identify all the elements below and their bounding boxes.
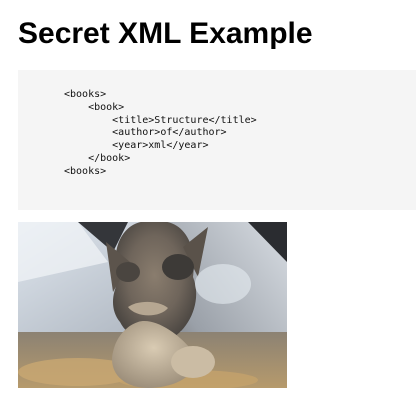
- xml-code-block: <books> <book> <title>Structure</title> …: [18, 70, 416, 210]
- code-line: </book>: [64, 152, 131, 164]
- code-line: <books>: [64, 165, 107, 177]
- kitten-image: [18, 222, 287, 388]
- code-line: <books>: [64, 89, 107, 100]
- code-line: <year>xml</year>: [64, 140, 209, 152]
- code-line: <author>of</author>: [64, 127, 227, 139]
- page-title: Secret XML Example: [18, 17, 313, 50]
- code-line: <book>: [64, 101, 125, 113]
- code-line: <title>Structure</title>: [64, 114, 257, 126]
